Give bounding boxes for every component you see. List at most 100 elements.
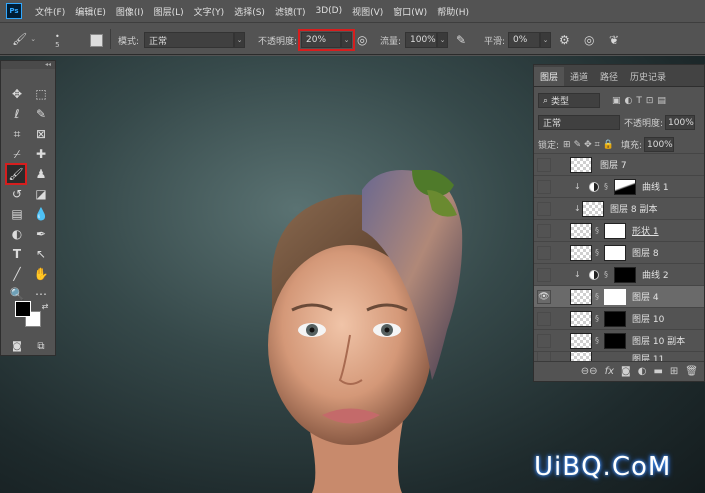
airbrush-icon[interactable]: ✎ (456, 33, 466, 47)
pen-tool-icon[interactable]: ✒ (31, 225, 51, 243)
flow-value[interactable]: 100% (405, 32, 437, 48)
opacity-input[interactable]: 20% (301, 32, 341, 48)
visibility-toggle[interactable] (537, 179, 551, 194)
move-tool-icon[interactable]: ✥ (7, 85, 27, 103)
foreground-color-swatch[interactable] (15, 301, 31, 317)
filter-icons[interactable]: ▣◐T⊡▤ (612, 96, 670, 106)
menu-window[interactable]: 窗口(W) (388, 5, 432, 18)
eyedropper-tool-icon[interactable]: ⌿ (7, 145, 27, 163)
frame-tool-icon[interactable]: ⊠ (31, 125, 51, 143)
adjustment-layer-icon[interactable]: ◐ (638, 366, 647, 377)
brush-dot-icon: • (55, 31, 60, 41)
visibility-toggle[interactable] (537, 352, 551, 361)
layer-thumbnail (570, 310, 592, 327)
hand-tool-icon[interactable]: ✋ (31, 265, 51, 283)
menu-edit[interactable]: 编辑(E) (70, 5, 111, 18)
brush-panel-toggle[interactable] (90, 31, 103, 49)
tab-layers[interactable]: 图层 (534, 67, 565, 86)
link-icon: § (604, 270, 608, 279)
add-mask-icon[interactable]: ◙ (621, 366, 631, 377)
visibility-toggle[interactable] (537, 157, 551, 172)
chevron-down-icon[interactable]: ⌄ (341, 32, 352, 48)
visibility-toggle[interactable] (537, 311, 551, 326)
path-select-tool-icon[interactable]: ↖ (31, 245, 51, 263)
layer-filter-value: 类型 (551, 97, 570, 107)
brush-tool-preset[interactable]: 🖌 ⌄ (12, 30, 36, 48)
menu-file[interactable]: 文件(F) (30, 5, 70, 18)
clone-stamp-tool-icon[interactable]: ♟ (31, 165, 51, 183)
layer-row[interactable]: § 图层 8 (534, 241, 704, 263)
pressure-opacity-icon[interactable]: ◎ (357, 33, 367, 47)
dodge-tool-icon[interactable]: ◐ (7, 225, 27, 243)
symmetry-icon[interactable]: ❦ (609, 33, 619, 47)
layer-row[interactable]: § 图层 10 (534, 307, 704, 329)
new-group-icon[interactable]: ▬ (653, 366, 662, 377)
tab-paths[interactable]: 路径 (594, 67, 624, 86)
portrait-artwork (268, 170, 463, 493)
trash-icon[interactable]: 🗑 (685, 366, 698, 377)
fill-input[interactable]: 100% (644, 137, 674, 152)
mode-select[interactable]: 正常 ⌄ (144, 31, 245, 49)
menu-3d[interactable]: 3D(D) (310, 6, 347, 16)
smoothing-value[interactable]: 0% (508, 32, 540, 48)
layer-row[interactable]: 图层 7 (534, 153, 704, 175)
menu-select[interactable]: 选择(S) (229, 5, 270, 18)
history-brush-tool-icon[interactable]: ↺ (7, 185, 27, 203)
mode-label: 模式: (118, 36, 140, 47)
link-layers-icon[interactable]: ⊖⊖ (581, 366, 598, 377)
screen-mode-icon[interactable]: ⧉ (31, 337, 51, 355)
lock-icons[interactable]: ⊞✎✥⌗🔒 (563, 140, 617, 150)
tab-history[interactable]: 历史记录 (624, 67, 672, 86)
visibility-toggle[interactable] (537, 245, 551, 260)
layer-row-selected[interactable]: 👁 § 图层 4 (534, 285, 704, 307)
layer-mask-thumbnail (614, 178, 636, 195)
menu-help[interactable]: 帮助(H) (432, 5, 474, 18)
visibility-toggle[interactable] (537, 223, 551, 238)
brush-size-picker[interactable]: • 5 (55, 28, 60, 52)
pressure-size-icon[interactable]: ◎ (584, 33, 594, 47)
tools-collapse[interactable]: ◂◂ (1, 61, 55, 69)
photoshop-logo[interactable]: Ps (6, 3, 22, 19)
visibility-toggle[interactable] (537, 201, 551, 216)
smoothing-select[interactable]: 0% ⌄ (508, 31, 551, 49)
menu-filter[interactable]: 滤镜(T) (270, 5, 311, 18)
gradient-tool-icon[interactable]: ▤ (7, 205, 27, 223)
layer-row[interactable]: § 形状 1 (534, 219, 704, 241)
new-layer-icon[interactable]: ⊞ (670, 366, 678, 377)
lasso-tool-icon[interactable]: ℓ (7, 105, 27, 123)
quick-mask-icon[interactable]: ◙ (7, 337, 27, 355)
quick-select-tool-icon[interactable]: ✎ (31, 105, 51, 123)
gear-icon[interactable]: ⚙ (559, 33, 570, 47)
healing-brush-tool-icon[interactable]: ✚ (31, 145, 51, 163)
blur-tool-icon[interactable]: 💧 (31, 205, 51, 223)
swap-colors-icon[interactable]: ⇄ (35, 297, 55, 315)
eye-icon[interactable]: 👁 (537, 289, 551, 304)
menu-view[interactable]: 视图(V) (347, 5, 388, 18)
layer-row[interactable]: 图层 11 (534, 351, 704, 361)
type-tool-icon[interactable]: T (7, 245, 27, 263)
layer-opacity-input[interactable]: 100% (665, 115, 696, 130)
menu-image[interactable]: 图像(I) (111, 5, 149, 18)
fx-icon[interactable]: fx (605, 366, 614, 377)
visibility-toggle[interactable] (537, 333, 551, 348)
flow-select[interactable]: 100% ⌄ (405, 31, 448, 49)
marquee-tool-icon[interactable]: ⬚ (31, 85, 51, 103)
brush-tool-icon[interactable]: 🖌 (5, 163, 27, 185)
tab-channels[interactable]: 通道 (564, 67, 594, 86)
layer-row[interactable]: ↓ § 曲线 2 (534, 263, 704, 285)
fill-label: 填充: (620, 141, 642, 151)
menu-layer[interactable]: 图层(L) (149, 5, 189, 18)
menu-type[interactable]: 文字(Y) (189, 5, 230, 18)
mode-value: 正常 (144, 32, 234, 48)
crop-tool-icon[interactable]: ⌗ (7, 125, 27, 143)
layer-row[interactable]: ↓ § 曲线 1 (534, 175, 704, 197)
layer-name: 曲线 2 (642, 271, 669, 281)
layer-mask-thumbnail (604, 222, 626, 239)
layer-filter-select[interactable]: ⌕ 类型 (538, 93, 600, 108)
blend-mode-select[interactable]: 正常 (538, 115, 620, 130)
visibility-toggle[interactable] (537, 267, 551, 282)
layer-row[interactable]: ↓ 图层 8 副本 (534, 197, 704, 219)
line-tool-icon[interactable]: ╱ (7, 265, 27, 283)
eraser-tool-icon[interactable]: ◪ (31, 185, 51, 203)
layer-row[interactable]: § 图层 10 副本 (534, 329, 704, 351)
